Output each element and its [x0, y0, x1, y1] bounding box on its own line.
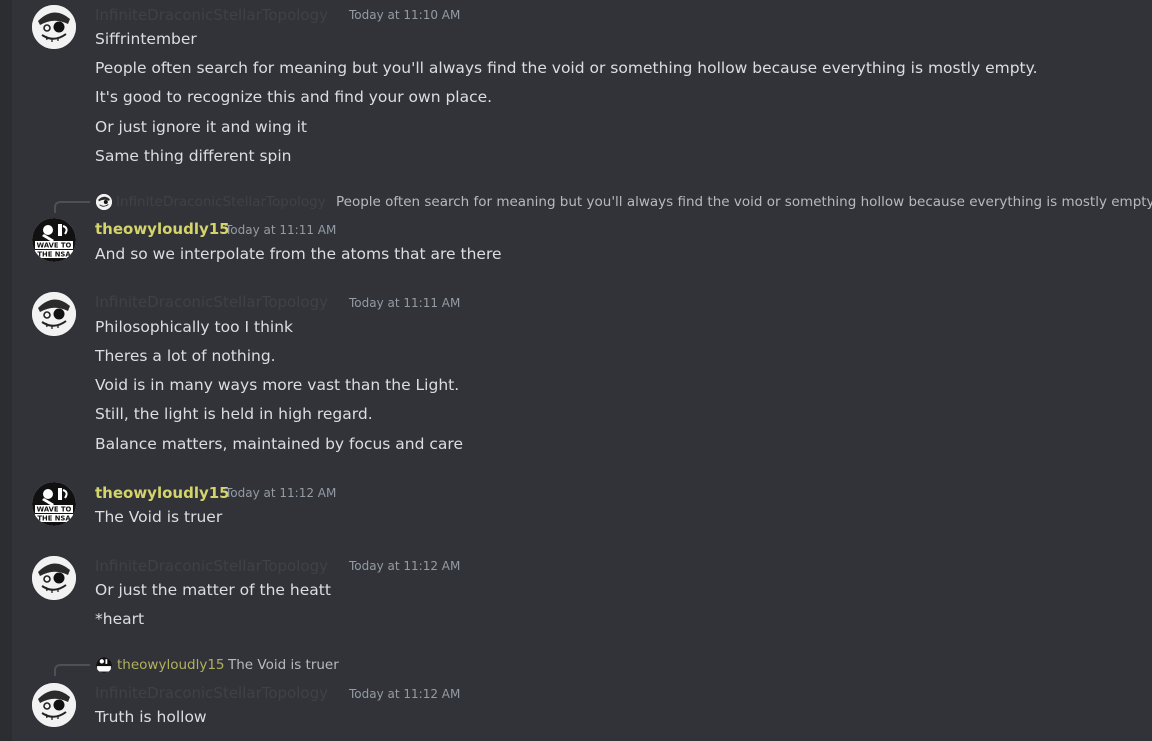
message-author[interactable]: theowyloudly15	[95, 483, 230, 503]
message-text: The Void is truer	[95, 508, 223, 526]
message-text: Theres a lot of nothing.	[95, 347, 276, 365]
wave-to-the-nsa-avatar-icon: WAVE TO THE NSA	[32, 218, 76, 262]
message-text: Philosophically too I think	[95, 318, 294, 336]
reply-author[interactable]: InfiniteDraconicStellarTopology	[116, 193, 326, 211]
user-avatar[interactable]: WAVE TO THE NSA	[32, 482, 76, 526]
left-gutter	[0, 0, 12, 741]
message-timestamp: Today at 11:11 AM	[225, 223, 337, 237]
message-text: People often search for meaning but you'…	[95, 59, 1038, 77]
reply-connector	[54, 664, 90, 676]
user-avatar[interactable]: WAVE TO THE NSA	[32, 218, 76, 262]
message-text: Truth is hollow	[95, 708, 207, 726]
message-text: Balance matters, maintained by focus and…	[95, 435, 463, 453]
user-avatar[interactable]	[32, 292, 76, 336]
message-author[interactable]: InfiniteDraconicStellarTopology	[95, 556, 328, 576]
message-text: And so we interpolate from the atoms tha…	[95, 245, 502, 263]
svg-text:THE NSA: THE NSA	[37, 515, 71, 523]
message-text: Or just the matter of the heatt	[95, 581, 331, 599]
skull-cap-avatar-icon	[32, 556, 76, 600]
user-avatar[interactable]	[32, 683, 76, 727]
message-text: *heart	[95, 610, 145, 628]
message-author[interactable]: theowyloudly15	[95, 219, 230, 239]
skull-cap-avatar-icon	[32, 5, 76, 49]
svg-text:THE NSA: THE NSA	[37, 251, 71, 259]
reply-author[interactable]: theowyloudly15	[117, 656, 225, 674]
message-timestamp: Today at 11:10 AM	[349, 8, 461, 22]
reply-preview-text[interactable]: People often search for meaning but you'…	[336, 193, 1152, 211]
message-timestamp: Today at 11:11 AM	[349, 296, 461, 310]
message-author[interactable]: InfiniteDraconicStellarTopology	[95, 683, 328, 703]
message-text: Same thing different spin	[95, 147, 292, 165]
message-text: Siffrintember	[95, 30, 197, 48]
skull-cap-avatar-icon	[32, 292, 76, 336]
message-text: It's good to recognize this and find you…	[95, 88, 493, 106]
message-timestamp: Today at 11:12 AM	[349, 559, 461, 573]
reply-avatar[interactable]	[96, 657, 112, 673]
reply-preview-text[interactable]: The Void is truer	[228, 656, 339, 674]
user-avatar[interactable]	[32, 5, 76, 49]
wave-to-the-nsa-avatar-icon	[96, 657, 112, 673]
message-feed: InfiniteDraconicStellarTopology Today at…	[12, 0, 1152, 741]
message-text: Or just ignore it and wing it	[95, 118, 308, 136]
skull-cap-avatar-icon	[32, 683, 76, 727]
message-timestamp: Today at 11:12 AM	[225, 486, 337, 500]
message-author[interactable]: InfiniteDraconicStellarTopology	[95, 5, 328, 25]
message-timestamp: Today at 11:12 AM	[349, 687, 461, 701]
svg-text:WAVE TO: WAVE TO	[37, 242, 72, 250]
reply-avatar[interactable]	[96, 194, 112, 210]
message-author[interactable]: InfiniteDraconicStellarTopology	[95, 292, 328, 312]
message-text: Void is in many ways more vast than the …	[95, 376, 460, 394]
wave-to-the-nsa-avatar-icon: WAVE TO THE NSA	[32, 482, 76, 526]
svg-text:WAVE TO: WAVE TO	[37, 506, 72, 514]
skull-cap-avatar-icon	[96, 194, 112, 210]
message-text: Still, the light is held in high regard.	[95, 405, 373, 423]
reply-connector	[54, 201, 90, 213]
user-avatar[interactable]	[32, 556, 76, 600]
